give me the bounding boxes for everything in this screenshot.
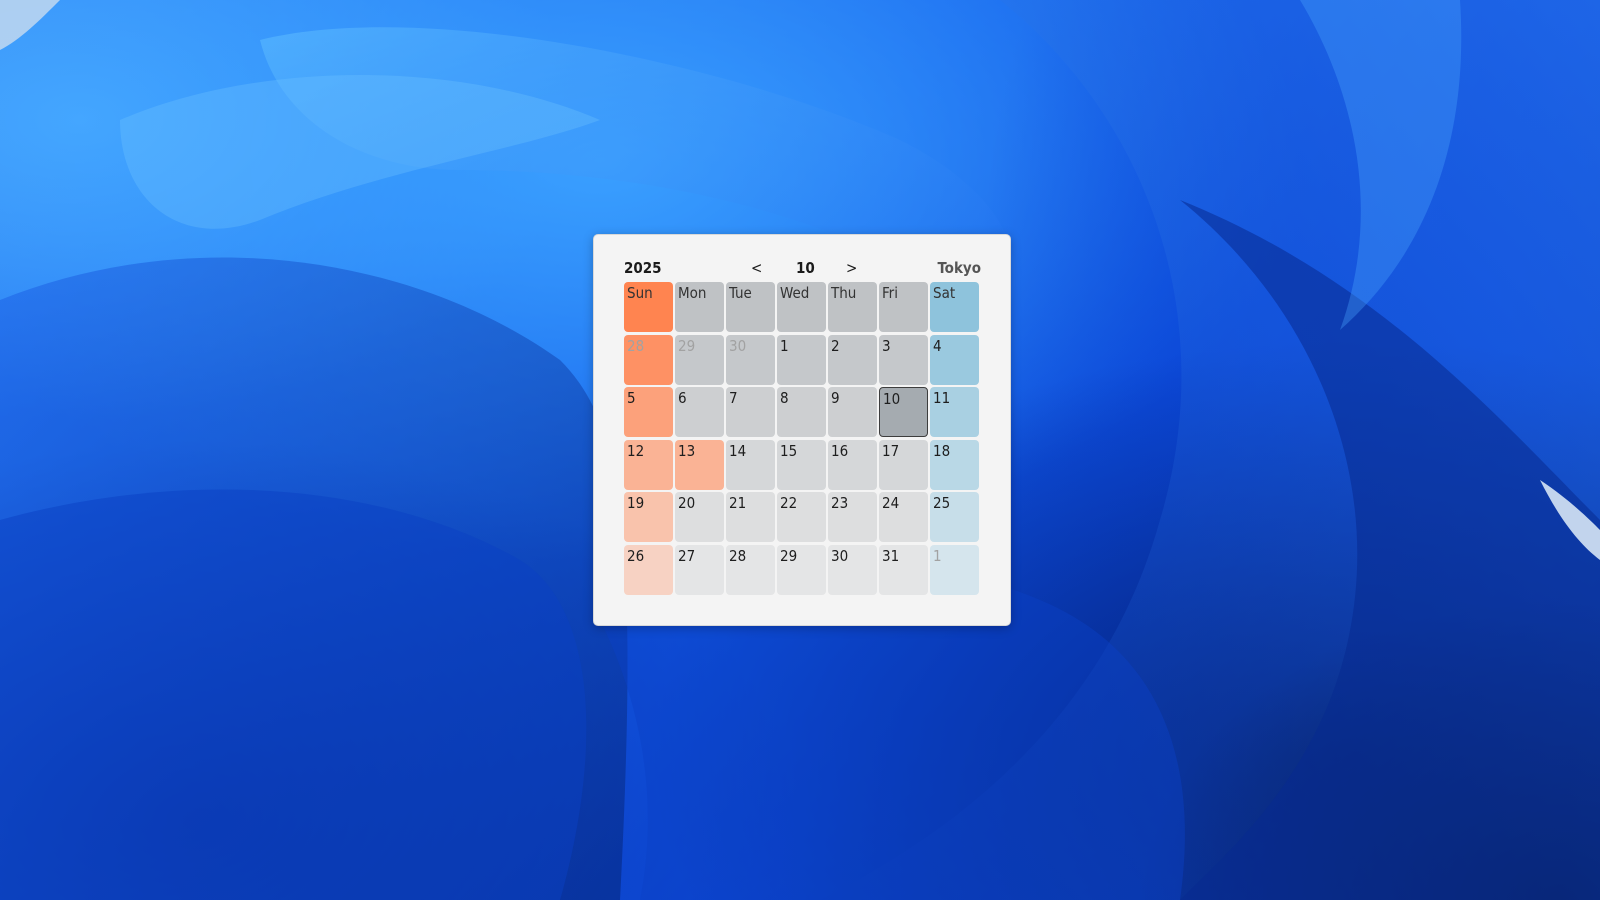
day-cell[interactable]: 26 (624, 544, 673, 595)
city-label: Tokyo (937, 259, 981, 277)
day-cell[interactable]: 14 (726, 439, 775, 490)
day-cell[interactable]: 19 (624, 492, 673, 542)
day-cell[interactable]: 4 (930, 334, 979, 385)
prev-month-button[interactable]: < (751, 257, 762, 279)
calendar-header: 2025 < 10 > Tokyo (624, 257, 981, 279)
day-cell[interactable]: 28 (726, 544, 775, 595)
day-cell[interactable]: 2 (828, 334, 877, 385)
year-label: 2025 (624, 259, 662, 277)
day-cell[interactable]: 6 (675, 387, 724, 437)
day-cell[interactable]: 23 (828, 492, 877, 542)
day-cell[interactable]: 30 (726, 334, 775, 385)
day-cell[interactable]: 31 (879, 544, 928, 595)
day-cell[interactable]: 20 (675, 492, 724, 542)
calendar-widget: 2025 < 10 > Tokyo Sun Mon Tue Wed Thu Fri Sat 2… (593, 234, 1011, 626)
day-cell[interactable]: 29 (777, 544, 826, 595)
day-cell[interactable]: 7 (726, 387, 775, 437)
day-cell[interactable]: 28 (624, 334, 673, 385)
day-cell[interactable]: 21 (726, 492, 775, 542)
day-cell[interactable]: 24 (879, 492, 928, 542)
day-cell[interactable]: 13 (675, 439, 724, 490)
next-month-button[interactable]: > (846, 257, 857, 279)
weekday-header-wed: Wed (777, 282, 826, 332)
day-cell[interactable]: 30 (828, 544, 877, 595)
day-cell[interactable]: 29 (675, 334, 724, 385)
day-cell[interactable]: 8 (777, 387, 826, 437)
day-cell[interactable]: 1 (930, 544, 979, 595)
weekday-header-tue: Tue (726, 282, 775, 332)
day-cell[interactable]: 12 (624, 439, 673, 490)
day-cell[interactable]: 1 (777, 334, 826, 385)
day-cell[interactable]: 5 (624, 387, 673, 437)
day-cell[interactable]: 3 (879, 334, 928, 385)
weekday-header-mon: Mon (675, 282, 724, 332)
weekday-header-fri: Fri (879, 282, 928, 332)
weekday-header-thu: Thu (828, 282, 877, 332)
day-cell[interactable]: 15 (777, 439, 826, 490)
month-label: 10 (796, 259, 815, 277)
day-cell[interactable]: 22 (777, 492, 826, 542)
day-cell[interactable]: 16 (828, 439, 877, 490)
day-cell[interactable]: 17 (879, 439, 928, 490)
day-cell-today[interactable]: 10 (879, 387, 928, 437)
weekday-header-sun: Sun (624, 282, 673, 332)
calendar-grid: Sun Mon Tue Wed Thu Fri Sat 28 29 30 1 2 3 4 5 6 7 8 9 10 11… (624, 282, 981, 595)
day-cell[interactable]: 27 (675, 544, 724, 595)
day-cell[interactable]: 18 (930, 439, 979, 490)
day-cell[interactable]: 25 (930, 492, 979, 542)
weekday-header-sat: Sat (930, 282, 979, 332)
day-cell[interactable]: 9 (828, 387, 877, 437)
day-cell[interactable]: 11 (930, 387, 979, 437)
